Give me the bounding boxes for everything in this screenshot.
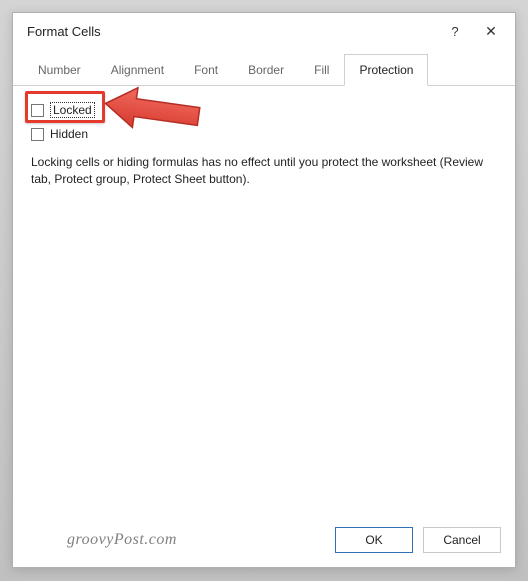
hidden-checkbox-row[interactable]: Hidden [31,124,497,144]
cancel-button[interactable]: Cancel [423,527,501,553]
protection-info-text: Locking cells or hiding formulas has no … [31,154,497,189]
tab-fill[interactable]: Fill [299,54,344,86]
help-button[interactable]: ? [437,17,473,45]
tab-protection[interactable]: Protection [344,54,428,86]
screenshot-background: Format Cells ? ✕ Number Alignment Font B… [0,0,528,581]
locked-checkbox-label: Locked [50,102,95,118]
dialog-title: Format Cells [27,24,437,39]
close-icon: ✕ [485,23,497,40]
tab-bar: Number Alignment Font Border Fill Protec… [13,49,515,86]
tab-font[interactable]: Font [179,54,233,86]
dialog-footer: groovyPost.com OK Cancel [13,517,515,567]
format-cells-dialog: Format Cells ? ✕ Number Alignment Font B… [12,12,516,568]
locked-checkbox-row[interactable]: Locked [31,100,497,120]
hidden-checkbox[interactable] [31,128,44,141]
locked-checkbox[interactable] [31,104,44,117]
tab-alignment[interactable]: Alignment [96,54,179,86]
help-icon: ? [451,24,458,39]
ok-button[interactable]: OK [335,527,413,553]
tab-number[interactable]: Number [23,54,96,86]
close-button[interactable]: ✕ [473,17,509,45]
tab-content-protection: Locked Hidden Locking cells or hiding fo… [13,86,515,517]
tab-border[interactable]: Border [233,54,299,86]
watermark-text: groovyPost.com [27,531,325,549]
titlebar: Format Cells ? ✕ [13,13,515,49]
hidden-checkbox-label: Hidden [50,127,88,141]
